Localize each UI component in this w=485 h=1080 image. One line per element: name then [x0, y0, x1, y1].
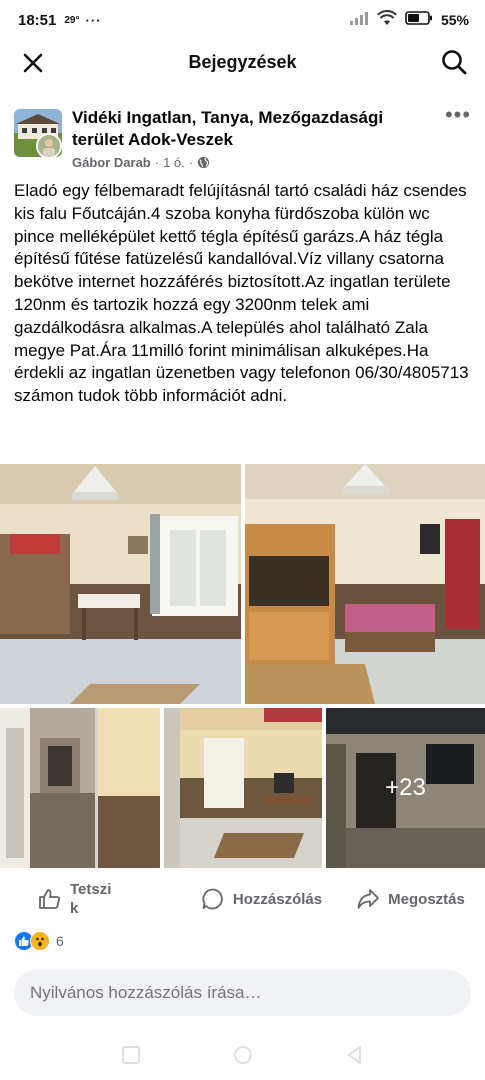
- reactions-summary[interactable]: 6: [14, 930, 64, 952]
- share-button[interactable]: Megosztás: [336, 872, 485, 926]
- comment-button[interactable]: Hozzászólás: [187, 872, 336, 926]
- status-temperature: 29°: [64, 14, 80, 26]
- battery-icon: [405, 10, 433, 30]
- post-text: Eladó egy félbemaradt felújításnál tartó…: [14, 181, 469, 406]
- comment-icon: [202, 888, 223, 910]
- close-button[interactable]: [18, 48, 48, 78]
- signal-icon: [349, 11, 369, 30]
- close-icon: [23, 53, 43, 73]
- photo-3[interactable]: [0, 708, 160, 868]
- back-icon[interactable]: [344, 1044, 366, 1066]
- photo-2[interactable]: [245, 464, 485, 704]
- search-button[interactable]: [439, 47, 469, 77]
- share-icon: [357, 889, 380, 909]
- home-icon[interactable]: [232, 1044, 254, 1066]
- more-photos-count[interactable]: +23: [326, 708, 485, 868]
- photo-grid: +23: [0, 464, 485, 868]
- wifi-icon: [377, 9, 397, 31]
- post-time[interactable]: 1 ó.: [163, 155, 185, 170]
- wow-reaction-icon: [30, 931, 50, 951]
- page-title: Bejegyzések: [188, 51, 297, 72]
- status-time: 18:51: [18, 11, 57, 29]
- top-bar: Bejegyzések: [0, 40, 485, 84]
- post-more-button[interactable]: •••: [443, 104, 473, 130]
- status-more-notifications: ···: [85, 12, 102, 28]
- like-label: Tetszik: [70, 881, 112, 917]
- author-name-link[interactable]: Gábor Darab: [72, 155, 151, 170]
- photo-5[interactable]: +23: [326, 708, 485, 868]
- post-meta: Gábor Darab · 1 ó. ·: [72, 155, 210, 170]
- search-icon: [442, 50, 467, 75]
- status-bar: 18:51 29° ··· 55%: [0, 0, 485, 40]
- comment-input[interactable]: [14, 970, 471, 1016]
- comment-label: Hozzászólás: [232, 890, 323, 908]
- post-header: Vidéki Ingatlan, Tanya, Mezőgazdasági te…: [0, 100, 485, 180]
- battery-percent: 55%: [440, 12, 469, 28]
- globe-icon: [198, 156, 210, 169]
- photo-1[interactable]: [0, 464, 241, 704]
- photo-4[interactable]: [164, 708, 322, 868]
- group-name-link[interactable]: Vidéki Ingatlan, Tanya, Mezőgazdasági te…: [72, 107, 432, 151]
- meta-separator-2: ·: [188, 155, 194, 170]
- system-nav-bar: [0, 1030, 485, 1080]
- thumbs-up-icon: [39, 889, 60, 909]
- share-label: Megosztás: [388, 890, 465, 908]
- post-actions: Tetszik Hozzászólás Megosztás: [0, 872, 485, 926]
- author-avatar[interactable]: [36, 133, 62, 159]
- like-button[interactable]: Tetszik: [0, 872, 187, 926]
- meta-separator: ·: [154, 155, 160, 170]
- recent-apps-icon[interactable]: [120, 1044, 142, 1066]
- reaction-count: 6: [56, 933, 64, 949]
